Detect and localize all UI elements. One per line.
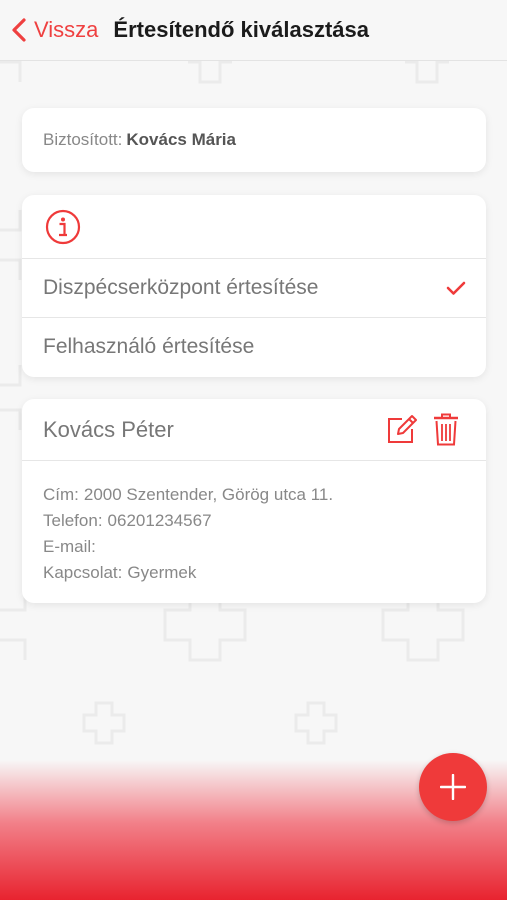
- contact-actions: [386, 413, 459, 446]
- page-title: Értesítendő kiválasztása: [113, 17, 369, 42]
- relationship-line: Kapcsolat: Gyermek: [43, 560, 486, 586]
- insured-card: Biztosított: Kovács Mária: [22, 108, 486, 172]
- info-row: [22, 195, 486, 259]
- chevron-left-icon: [12, 18, 26, 42]
- trash-icon[interactable]: [433, 413, 459, 446]
- info-circle-icon[interactable]: [45, 209, 81, 245]
- option-label: Felhasználó értesítése: [43, 335, 255, 358]
- address-value: 2000 Szentender, Görög utca 11.: [83, 485, 334, 504]
- detail-label: Kapcsolat:: [43, 563, 123, 582]
- add-contact-button[interactable]: [419, 753, 487, 821]
- relationship-value: Gyermek: [127, 563, 197, 582]
- email-line: E-mail:: [43, 534, 486, 560]
- contact-header: Kovács Péter: [22, 399, 486, 461]
- option-user[interactable]: Felhasználó értesítése: [22, 317, 486, 376]
- detail-label: Cím:: [43, 485, 79, 504]
- insured-info: Biztosított: Kovács Mária: [43, 130, 236, 150]
- address-line: Cím: 2000 Szentender, Görög utca 11.: [43, 482, 486, 508]
- detail-label: Telefon:: [43, 511, 103, 530]
- plus-icon: [440, 774, 466, 800]
- insured-name: Kovács Mária: [126, 130, 236, 149]
- option-label: Diszpécserközpont értesítése: [43, 276, 319, 299]
- contact-details: Cím: 2000 Szentender, Görög utca 11. Tele…: [22, 461, 486, 586]
- insured-label: Biztosított:: [43, 130, 123, 149]
- header-bar: Vissza Értesítendő kiválasztása: [0, 0, 507, 61]
- contact-card: Kovács Péter Cím: 2000 Szentender, Görög …: [22, 399, 486, 603]
- back-label: Vissza: [34, 17, 99, 42]
- phone-line: Telefon: 06201234567: [43, 508, 486, 534]
- edit-icon[interactable]: [386, 414, 417, 445]
- back-button[interactable]: Vissza: [10, 17, 98, 43]
- phone-value: 06201234567: [107, 511, 212, 530]
- detail-label: E-mail:: [43, 537, 96, 556]
- option-dispatch-center[interactable]: Diszpécserközpont értesítése: [22, 259, 486, 317]
- notification-options-card: Diszpécserközpont értesítése Felhasználó…: [22, 195, 486, 377]
- checkmark-icon: [446, 281, 466, 295]
- contact-name: Kovács Péter: [43, 416, 174, 442]
